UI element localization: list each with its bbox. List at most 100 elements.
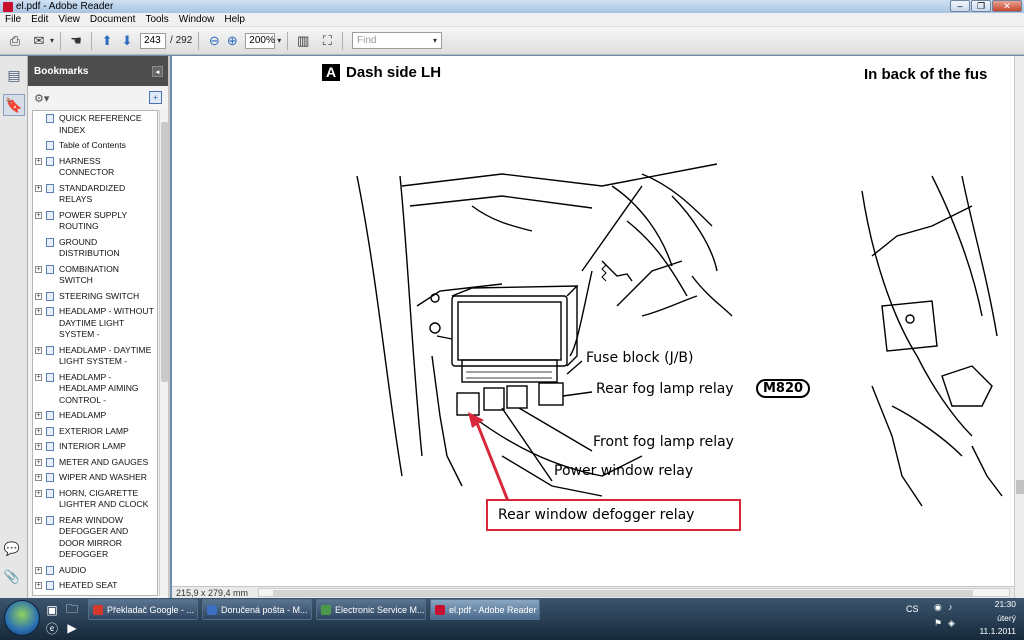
previous-page-icon[interactable]: ⬆ — [98, 32, 116, 50]
bookmark-item[interactable]: + EXTERIOR LAMP — [33, 424, 157, 440]
expand-icon[interactable]: + — [35, 582, 42, 589]
expand-icon[interactable]: + — [35, 427, 42, 435]
taskbar-button[interactable]: Doručená pošta - M... — [202, 599, 312, 620]
document-horizontal-scrollbar[interactable] — [258, 588, 1010, 597]
find-input[interactable]: Find — [352, 32, 442, 49]
bookmark-item[interactable]: + REAR WINDOW DEFOGGER AND DOOR MIRROR DE… — [33, 513, 157, 563]
bookmark-label: HARNESS CONNECTOR — [59, 155, 115, 178]
menu-window[interactable]: Window — [174, 14, 220, 25]
fit-page-icon[interactable]: ▥ — [294, 32, 312, 50]
bookmark-item[interactable]: + STANDARDIZED RELAYS — [33, 181, 157, 208]
expand-icon[interactable]: + — [35, 184, 42, 192]
menu-file[interactable]: File — [0, 14, 26, 25]
document-vertical-scrollbar[interactable] — [1014, 56, 1024, 598]
expand-icon[interactable]: + — [35, 443, 42, 450]
bookmarks-panel: Bookmarks ◂ ⚙▾ + QUICK REFERENCE INDEX Ta… — [28, 56, 170, 598]
fit-width-icon[interactable]: ⛶ — [318, 32, 336, 50]
taskbar-button-label: el.pdf - Adobe Reader — [449, 604, 537, 615]
bookmark-page-icon — [46, 372, 54, 382]
antivirus-icon[interactable]: ◈ — [948, 618, 958, 628]
rear-fog-lamp-relay-label: Rear fog lamp relay — [596, 381, 734, 397]
expand-icon[interactable]: + — [35, 211, 42, 219]
expand-icon[interactable]: + — [35, 566, 42, 574]
menu-document[interactable]: Document — [85, 14, 141, 25]
expand-icon[interactable]: + — [35, 292, 42, 300]
bookmark-item[interactable]: + HEADLAMP - Without Daytime Light System… — [33, 304, 157, 343]
zoom-in-icon[interactable]: ⊕ — [223, 32, 241, 50]
volume-icon[interactable]: ♪ — [948, 602, 958, 612]
bookmark-item[interactable]: + HEATED SEAT — [33, 578, 157, 594]
ie-icon[interactable]: ⓔ — [44, 620, 60, 636]
expand-icon[interactable]: + — [35, 474, 42, 481]
clock[interactable]: 21:30 úterý 11.1.2011 — [979, 599, 1016, 637]
menu-help[interactable]: Help — [219, 14, 250, 25]
expand-icon[interactable]: + — [35, 346, 42, 354]
bookmark-item[interactable]: + HEADLAMP - Headlamp Aiming Control - — [33, 370, 157, 409]
minimize-button[interactable]: ‒ — [950, 0, 970, 12]
hand-tool-icon[interactable]: ☚ — [67, 32, 85, 50]
language-indicator[interactable]: CS — [906, 604, 919, 614]
bookmark-scrollbar[interactable] — [159, 110, 168, 596]
start-button[interactable] — [4, 600, 40, 636]
expand-icon[interactable]: + — [35, 373, 42, 381]
options-gear-icon[interactable]: ⚙▾ — [34, 92, 49, 105]
expand-icon[interactable]: + — [35, 265, 42, 273]
menu-view[interactable]: View — [53, 14, 85, 25]
expand-icon[interactable]: + — [35, 308, 42, 315]
zoom-out-icon[interactable]: ⊖ — [205, 32, 223, 50]
taskbar-button[interactable]: Electronic Service M... — [316, 599, 426, 620]
network-icon[interactable]: ◉ — [934, 602, 944, 612]
comments-icon[interactable]: 💬 — [3, 540, 21, 558]
taskbar: ▣ 🗀 ⓔ ▶ Překladač Google - ... Doručená p… — [0, 598, 1024, 640]
menu-edit[interactable]: Edit — [26, 14, 53, 25]
taskbar-button-label: Doručená pošta - M... — [221, 604, 308, 615]
zoom-level-input[interactable]: 200% — [245, 32, 276, 49]
bookmark-item[interactable]: + HARNESS CONNECTOR — [33, 154, 157, 181]
maximize-button[interactable]: ❐ — [971, 0, 991, 12]
next-page-icon[interactable]: ⬇ — [118, 32, 136, 50]
page-number-input[interactable]: 243 — [140, 32, 167, 49]
chevron-down-icon[interactable]: ▾ — [50, 36, 54, 45]
media-player-icon[interactable]: ▶ — [64, 620, 80, 636]
expand-icon[interactable]: + — [35, 458, 42, 466]
bookmark-item[interactable]: + HEADLAMP — [33, 408, 157, 424]
find-options-icon[interactable]: ▾ — [433, 36, 437, 45]
bookmarks-icon[interactable]: 🔖 — [3, 94, 25, 116]
explorer-icon[interactable]: 🗀 — [64, 602, 80, 618]
taskbar-button[interactable]: el.pdf - Adobe Reader — [430, 599, 540, 620]
close-button[interactable]: ✕ — [992, 0, 1022, 12]
bookmark-item[interactable]: + STEERING SWITCH — [33, 289, 157, 305]
bookmark-item[interactable]: + INTERIOR LAMP — [33, 439, 157, 455]
bookmark-item[interactable]: + METER AND GAUGES — [33, 455, 157, 471]
flag-icon[interactable]: ⚑ — [934, 618, 944, 628]
bookmark-item[interactable]: GROUND DISTRIBUTION — [33, 235, 157, 262]
email-icon[interactable]: ✉ — [30, 32, 48, 50]
bookmark-item[interactable]: Table of Contents — [33, 138, 157, 154]
collapse-panel-icon[interactable]: ◂ — [152, 66, 163, 77]
taskbar-button[interactable]: Překladač Google - ... — [88, 599, 198, 620]
bookmark-item[interactable]: + COMBINATION SWITCH — [33, 262, 157, 289]
taskbar-button-label: Překladač Google - ... — [107, 604, 195, 615]
expand-icon[interactable]: + — [35, 516, 42, 524]
bookmark-label: COMBINATION SWITCH — [59, 263, 119, 286]
expand-icon[interactable]: + — [35, 489, 42, 497]
attachments-icon[interactable]: 📎 — [3, 568, 21, 586]
expand-icon[interactable]: + — [35, 412, 42, 419]
bookmark-item[interactable]: + POWER SUPPLY ROUTING — [33, 208, 157, 235]
bookmark-item[interactable]: + AUDIO — [33, 563, 157, 579]
bookmark-label: AUDIO — [59, 564, 87, 575]
expand-icon[interactable]: + — [35, 157, 42, 165]
bookmark-item[interactable]: + HORN, CIGARETTE LIGHTER AND CLOCK — [33, 486, 157, 513]
bookmark-item[interactable]: + WIPER AND WASHER — [33, 470, 157, 486]
zoom-dropdown-icon[interactable]: ▾ — [277, 36, 281, 45]
pages-icon[interactable]: ▤ — [3, 64, 25, 86]
adobe-reader-icon — [3, 1, 13, 12]
bookmark-item[interactable]: + HEADLAMP - Daytime Light System - — [33, 343, 157, 370]
print-icon[interactable]: ⎙ — [6, 32, 24, 50]
bookmark-item[interactable]: QUICK REFERENCE INDEX — [33, 111, 157, 138]
bookmark-item[interactable]: +SUNROOF — [33, 594, 157, 596]
new-bookmark-icon[interactable]: + — [149, 91, 162, 104]
bookmark-label: STEERING SWITCH — [59, 290, 140, 301]
show-desktop-icon[interactable]: ▣ — [44, 602, 60, 618]
menu-tools[interactable]: Tools — [140, 14, 173, 25]
